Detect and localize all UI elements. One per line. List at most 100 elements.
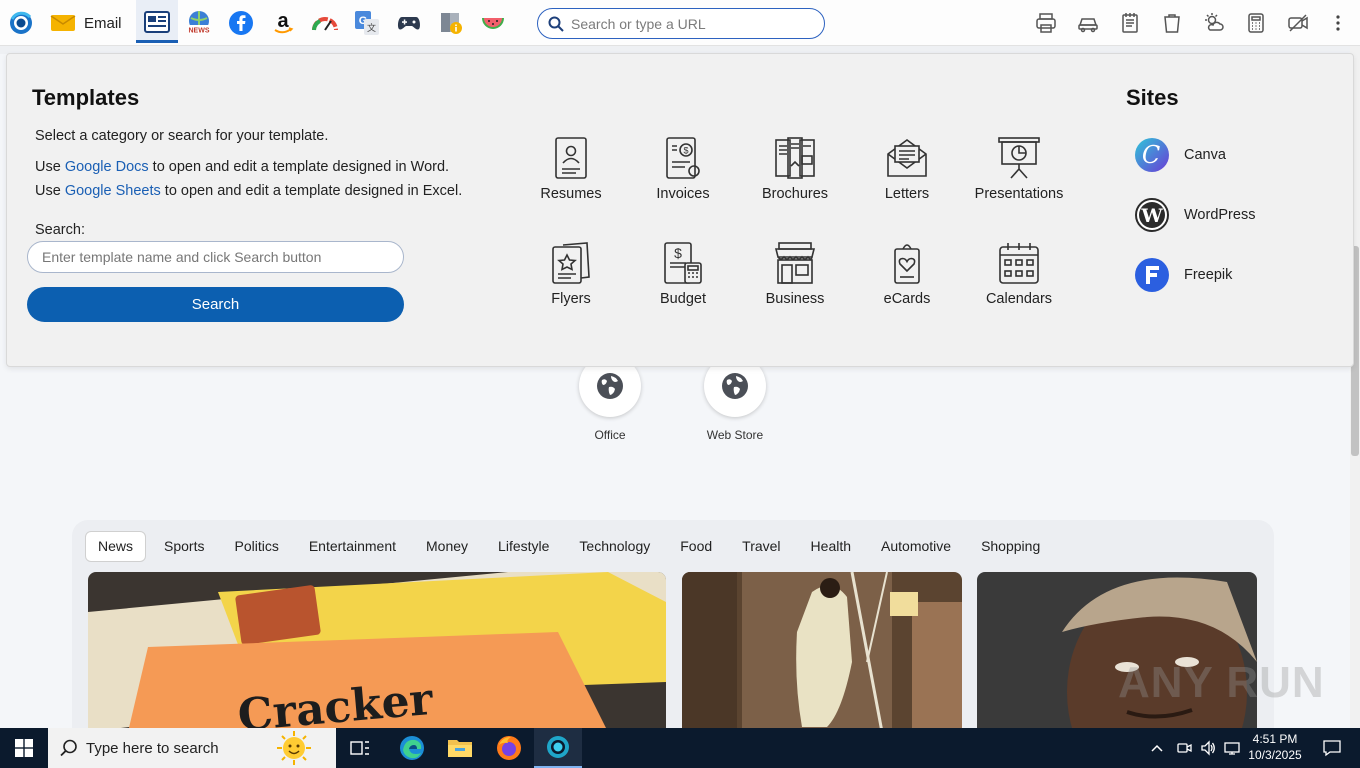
google-sheets-line: Use Google Sheets to open and edit a tem… bbox=[35, 183, 462, 199]
world-news-icon[interactable]: NEWS bbox=[185, 8, 213, 38]
news-tab-money[interactable]: Money bbox=[414, 531, 480, 562]
notifications-icon[interactable] bbox=[1312, 728, 1352, 768]
globe-icon bbox=[597, 373, 623, 399]
svg-text:C: C bbox=[1142, 141, 1160, 169]
book-info-icon[interactable] bbox=[437, 8, 465, 38]
brochure-icon bbox=[775, 137, 815, 179]
category-presentations[interactable]: Presentations bbox=[964, 136, 1074, 202]
news-tab-travel[interactable]: Travel bbox=[730, 531, 792, 562]
template-search-button[interactable]: Search bbox=[27, 287, 404, 322]
site-wordpress[interactable]: W WordPress bbox=[1135, 198, 1255, 232]
news-card-image[interactable] bbox=[977, 572, 1257, 732]
facebook-icon[interactable] bbox=[227, 8, 255, 38]
template-search-input[interactable] bbox=[27, 241, 404, 273]
sheets-prefix: Use bbox=[35, 183, 65, 199]
translate-icon[interactable]: G文 bbox=[353, 8, 381, 38]
anyrun-watermark: ANY RUN bbox=[1118, 658, 1325, 707]
notepad-icon[interactable] bbox=[1117, 8, 1143, 38]
calculator-icon[interactable] bbox=[1243, 8, 1269, 38]
search-icon bbox=[60, 739, 77, 757]
web-store-label: Web Store bbox=[706, 428, 764, 442]
site-freepik[interactable]: Freepik bbox=[1135, 258, 1232, 292]
category-label: Brochures bbox=[761, 186, 829, 202]
file-explorer-icon[interactable] bbox=[436, 728, 484, 768]
category-business[interactable]: Business bbox=[740, 241, 850, 307]
resume-icon bbox=[555, 137, 587, 179]
speedometer-icon[interactable] bbox=[311, 8, 339, 38]
business-icon bbox=[774, 242, 816, 284]
trash-icon[interactable] bbox=[1159, 8, 1185, 38]
category-label: Resumes bbox=[540, 186, 602, 202]
news-tab-shopping[interactable]: Shopping bbox=[969, 531, 1052, 562]
car-icon[interactable] bbox=[1075, 8, 1101, 38]
amazon-icon[interactable]: a bbox=[269, 8, 297, 38]
category-calendars[interactable]: Calendars bbox=[964, 241, 1074, 307]
printer-icon[interactable] bbox=[1033, 8, 1059, 38]
google-sheets-link[interactable]: Google Sheets bbox=[65, 183, 161, 199]
task-view-icon[interactable] bbox=[336, 728, 384, 768]
templates-panel: Templates Select a category or search fo… bbox=[6, 53, 1354, 367]
templates-intro: Select a category or search for your tem… bbox=[35, 128, 329, 144]
windows-logo-icon bbox=[15, 739, 33, 757]
docs-suffix: to open and edit a template designed in … bbox=[148, 159, 450, 175]
news-tab-technology[interactable]: Technology bbox=[567, 531, 662, 562]
category-ecards[interactable]: eCards bbox=[852, 241, 962, 307]
start-button[interactable] bbox=[0, 728, 48, 768]
category-invoices[interactable]: $ Invoices bbox=[628, 136, 738, 202]
news-shortcut-icon[interactable] bbox=[136, 0, 178, 43]
taskbar-clock[interactable]: 4:51 PM 10/3/2025 bbox=[1240, 731, 1310, 763]
watermelon-icon[interactable] bbox=[479, 8, 507, 38]
svg-text:NEWS: NEWS bbox=[189, 28, 210, 35]
more-menu-icon[interactable] bbox=[1327, 8, 1349, 38]
email-icon bbox=[50, 15, 76, 31]
browser-taskbar-icon[interactable] bbox=[534, 728, 582, 768]
firefox-icon[interactable] bbox=[485, 728, 533, 768]
site-canva[interactable]: C Canva bbox=[1135, 138, 1226, 172]
clock-time: 4:51 PM bbox=[1252, 732, 1298, 746]
gamepad-icon[interactable] bbox=[395, 8, 423, 38]
web-store-shortcut[interactable]: Web Store bbox=[695, 355, 775, 442]
category-budget[interactable]: $ Budget bbox=[628, 241, 738, 307]
category-label: Invoices bbox=[656, 186, 710, 202]
news-card-image[interactable]: Cracker bbox=[88, 572, 666, 732]
news-tab-news[interactable]: News bbox=[85, 530, 147, 562]
category-label: Flyers bbox=[551, 291, 591, 307]
news-tab-health[interactable]: Health bbox=[799, 531, 863, 562]
news-tab-politics[interactable]: Politics bbox=[222, 531, 290, 562]
video-off-icon[interactable] bbox=[1285, 8, 1311, 38]
google-docs-link[interactable]: Google Docs bbox=[65, 159, 149, 175]
email-shortcut[interactable]: Email bbox=[50, 8, 130, 38]
globe-icon bbox=[722, 373, 748, 399]
network-icon[interactable] bbox=[1224, 740, 1240, 756]
category-resumes[interactable]: Resumes bbox=[516, 136, 626, 202]
news-tab-automotive[interactable]: Automotive bbox=[869, 531, 963, 562]
weather-icon[interactable] bbox=[1201, 8, 1227, 38]
volume-icon[interactable] bbox=[1200, 740, 1216, 756]
search-label: Search: bbox=[35, 222, 85, 238]
category-label: Presentations bbox=[974, 186, 1064, 202]
edge-taskbar-icon[interactable] bbox=[388, 728, 436, 768]
url-input[interactable] bbox=[571, 15, 811, 32]
news-tab-sports[interactable]: Sports bbox=[152, 531, 216, 562]
svg-text:a: a bbox=[277, 10, 289, 32]
news-tab-lifestyle[interactable]: Lifestyle bbox=[486, 531, 561, 562]
category-label: eCards bbox=[883, 291, 931, 307]
news-tab-entertainment[interactable]: Entertainment bbox=[297, 531, 408, 562]
news-tabs: News Sports Politics Entertainment Money… bbox=[85, 530, 1058, 562]
news-card-image[interactable] bbox=[682, 572, 962, 732]
category-flyers[interactable]: Flyers bbox=[516, 241, 626, 307]
chevron-up-icon[interactable] bbox=[1150, 743, 1164, 753]
sun-smiley-icon bbox=[277, 731, 311, 765]
office-shortcut[interactable]: Office bbox=[570, 355, 650, 442]
category-brochures[interactable]: Brochures bbox=[740, 136, 850, 202]
url-bar[interactable] bbox=[537, 8, 825, 39]
clock-date: 10/3/2025 bbox=[1248, 748, 1302, 762]
taskbar-search-box[interactable]: Type here to search bbox=[48, 728, 336, 768]
browser-toolbar: Email NEWS a G文 bbox=[0, 0, 1360, 46]
browser-logo-icon[interactable] bbox=[6, 8, 36, 38]
sites-title: Sites bbox=[1126, 85, 1179, 110]
meet-now-icon[interactable] bbox=[1176, 740, 1192, 756]
category-letters[interactable]: Letters bbox=[852, 136, 962, 202]
news-tab-food[interactable]: Food bbox=[668, 531, 724, 562]
office-label: Office bbox=[594, 428, 626, 442]
